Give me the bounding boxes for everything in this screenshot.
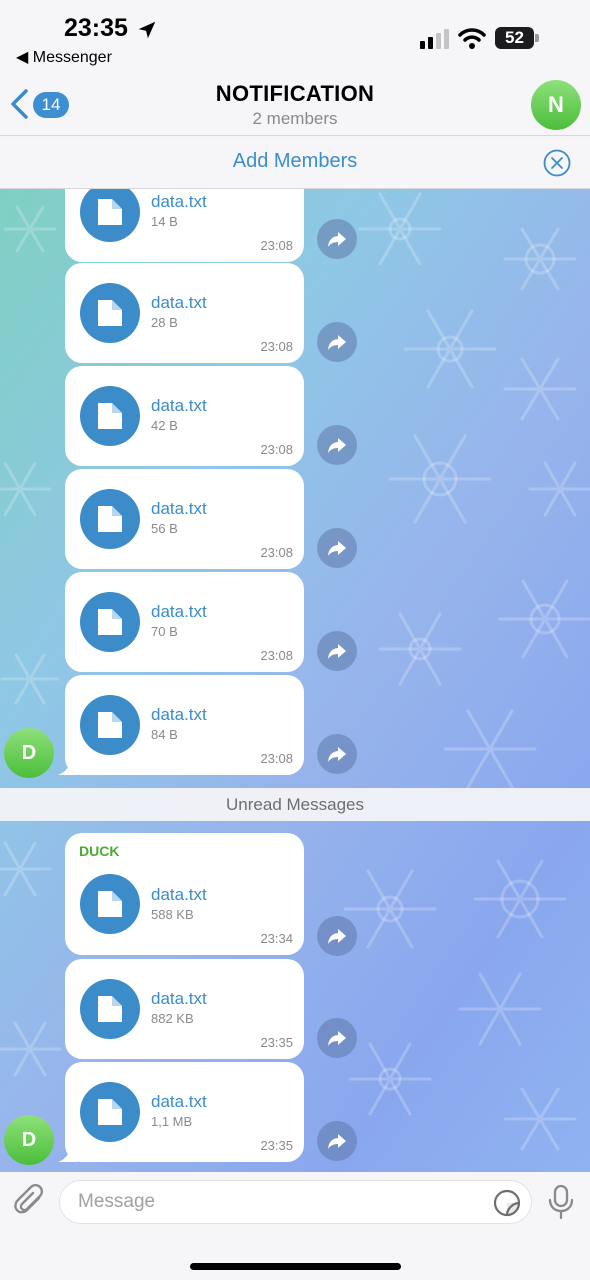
file-size: 42 B	[151, 418, 178, 433]
forward-button[interactable]	[317, 734, 357, 774]
file-name[interactable]: data.txt	[151, 192, 207, 212]
file-size: 56 B	[151, 521, 178, 536]
message-time: 23:08	[260, 442, 293, 457]
bubble-tail	[58, 1146, 78, 1162]
file-name[interactable]: data.txt	[151, 293, 207, 313]
mic-icon[interactable]	[547, 1184, 575, 1220]
message-time: 23:08	[260, 339, 293, 354]
message-time: 23:34	[260, 931, 293, 946]
forward-button[interactable]	[317, 1018, 357, 1058]
back-to-app-link[interactable]: ◀ Messenger	[16, 47, 112, 67]
bubble-tail	[58, 759, 78, 775]
message-input-container[interactable]	[59, 1180, 532, 1224]
file-icon[interactable]	[80, 695, 140, 755]
sender-avatar[interactable]: D	[4, 1115, 54, 1165]
add-members-bar: Add Members	[0, 137, 590, 189]
file-message[interactable]: data.txt 70 B 23:08	[65, 572, 304, 672]
file-size: 70 B	[151, 624, 178, 639]
file-message[interactable]: data.txt 14 B 23:08	[65, 189, 304, 262]
file-name[interactable]: data.txt	[151, 602, 207, 622]
message-time: 23:35	[260, 1138, 293, 1153]
forward-button[interactable]	[317, 322, 357, 362]
chat-header: 14 NOTIFICATION 2 members N	[0, 75, 590, 136]
file-message[interactable]: data.txt 882 KB 23:35	[65, 959, 304, 1059]
file-icon[interactable]	[80, 874, 140, 934]
sender-avatar[interactable]: D	[4, 728, 54, 778]
home-indicator	[190, 1263, 401, 1270]
battery-level: 52	[495, 27, 534, 49]
file-icon[interactable]	[80, 489, 140, 549]
location-arrow-icon	[138, 21, 156, 39]
file-message[interactable]: data.txt 42 B 23:08	[65, 366, 304, 466]
file-size: 84 B	[151, 727, 178, 742]
message-time: 23:08	[260, 648, 293, 663]
forward-icon	[328, 335, 346, 350]
file-icon[interactable]	[80, 1082, 140, 1142]
file-name[interactable]: data.txt	[151, 885, 207, 905]
file-icon[interactable]	[80, 592, 140, 652]
message-time: 23:08	[260, 751, 293, 766]
signal-icon	[420, 29, 449, 49]
file-message[interactable]: DUCK data.txt 588 KB 23:34	[65, 833, 304, 955]
forward-icon	[328, 644, 346, 659]
forward-button[interactable]	[317, 631, 357, 671]
file-message[interactable]: data.txt 84 B 23:08	[65, 675, 304, 775]
file-message[interactable]: data.txt 1,1 MB 23:35	[65, 1062, 304, 1162]
message-time: 23:08	[260, 238, 293, 253]
message-time: 23:08	[260, 545, 293, 560]
file-size: 882 KB	[151, 1011, 194, 1026]
file-size: 588 KB	[151, 907, 194, 922]
message-input[interactable]	[76, 1181, 476, 1223]
forward-icon	[328, 438, 346, 453]
message-input-bar	[0, 1172, 590, 1280]
file-name[interactable]: data.txt	[151, 1092, 207, 1112]
battery-icon: 52	[495, 27, 539, 49]
wifi-icon	[458, 28, 486, 49]
status-time: 23:35	[64, 14, 128, 42]
sender-name[interactable]: DUCK	[79, 843, 119, 859]
file-icon[interactable]	[80, 189, 140, 242]
file-size: 28 B	[151, 315, 178, 330]
file-name[interactable]: data.txt	[151, 989, 207, 1009]
forward-button[interactable]	[317, 425, 357, 465]
file-size: 1,1 MB	[151, 1114, 193, 1129]
file-name[interactable]: data.txt	[151, 396, 207, 416]
sticker-icon[interactable]	[493, 1189, 521, 1217]
file-size: 14 B	[151, 214, 178, 229]
forward-icon	[328, 232, 346, 247]
unread-messages-divider: Unread Messages	[0, 788, 590, 821]
close-circle-icon[interactable]	[543, 149, 571, 177]
chat-subtitle: 2 members	[252, 109, 338, 128]
chat-area[interactable]: data.txt 14 B 23:08 data.txt 28 B 23:08 …	[0, 189, 590, 1172]
status-bar: 23:35 ◀ Messenger 52	[0, 0, 590, 75]
forward-icon	[328, 541, 346, 556]
forward-icon	[328, 1134, 346, 1149]
file-message[interactable]: data.txt 28 B 23:08	[65, 263, 304, 363]
file-name[interactable]: data.txt	[151, 499, 207, 519]
chat-title[interactable]: NOTIFICATION	[0, 81, 590, 107]
forward-button[interactable]	[317, 219, 357, 259]
file-name[interactable]: data.txt	[151, 705, 207, 725]
file-icon[interactable]	[80, 979, 140, 1039]
file-message[interactable]: data.txt 56 B 23:08	[65, 469, 304, 569]
file-icon[interactable]	[80, 283, 140, 343]
forward-icon	[328, 1031, 346, 1046]
attach-icon[interactable]	[13, 1184, 47, 1220]
forward-icon	[328, 747, 346, 762]
forward-button[interactable]	[317, 528, 357, 568]
chat-avatar[interactable]: N	[531, 80, 581, 130]
file-icon[interactable]	[80, 386, 140, 446]
forward-button[interactable]	[317, 916, 357, 956]
forward-button[interactable]	[317, 1121, 357, 1161]
message-time: 23:35	[260, 1035, 293, 1050]
forward-icon	[328, 929, 346, 944]
add-members-button[interactable]: Add Members	[0, 150, 590, 173]
